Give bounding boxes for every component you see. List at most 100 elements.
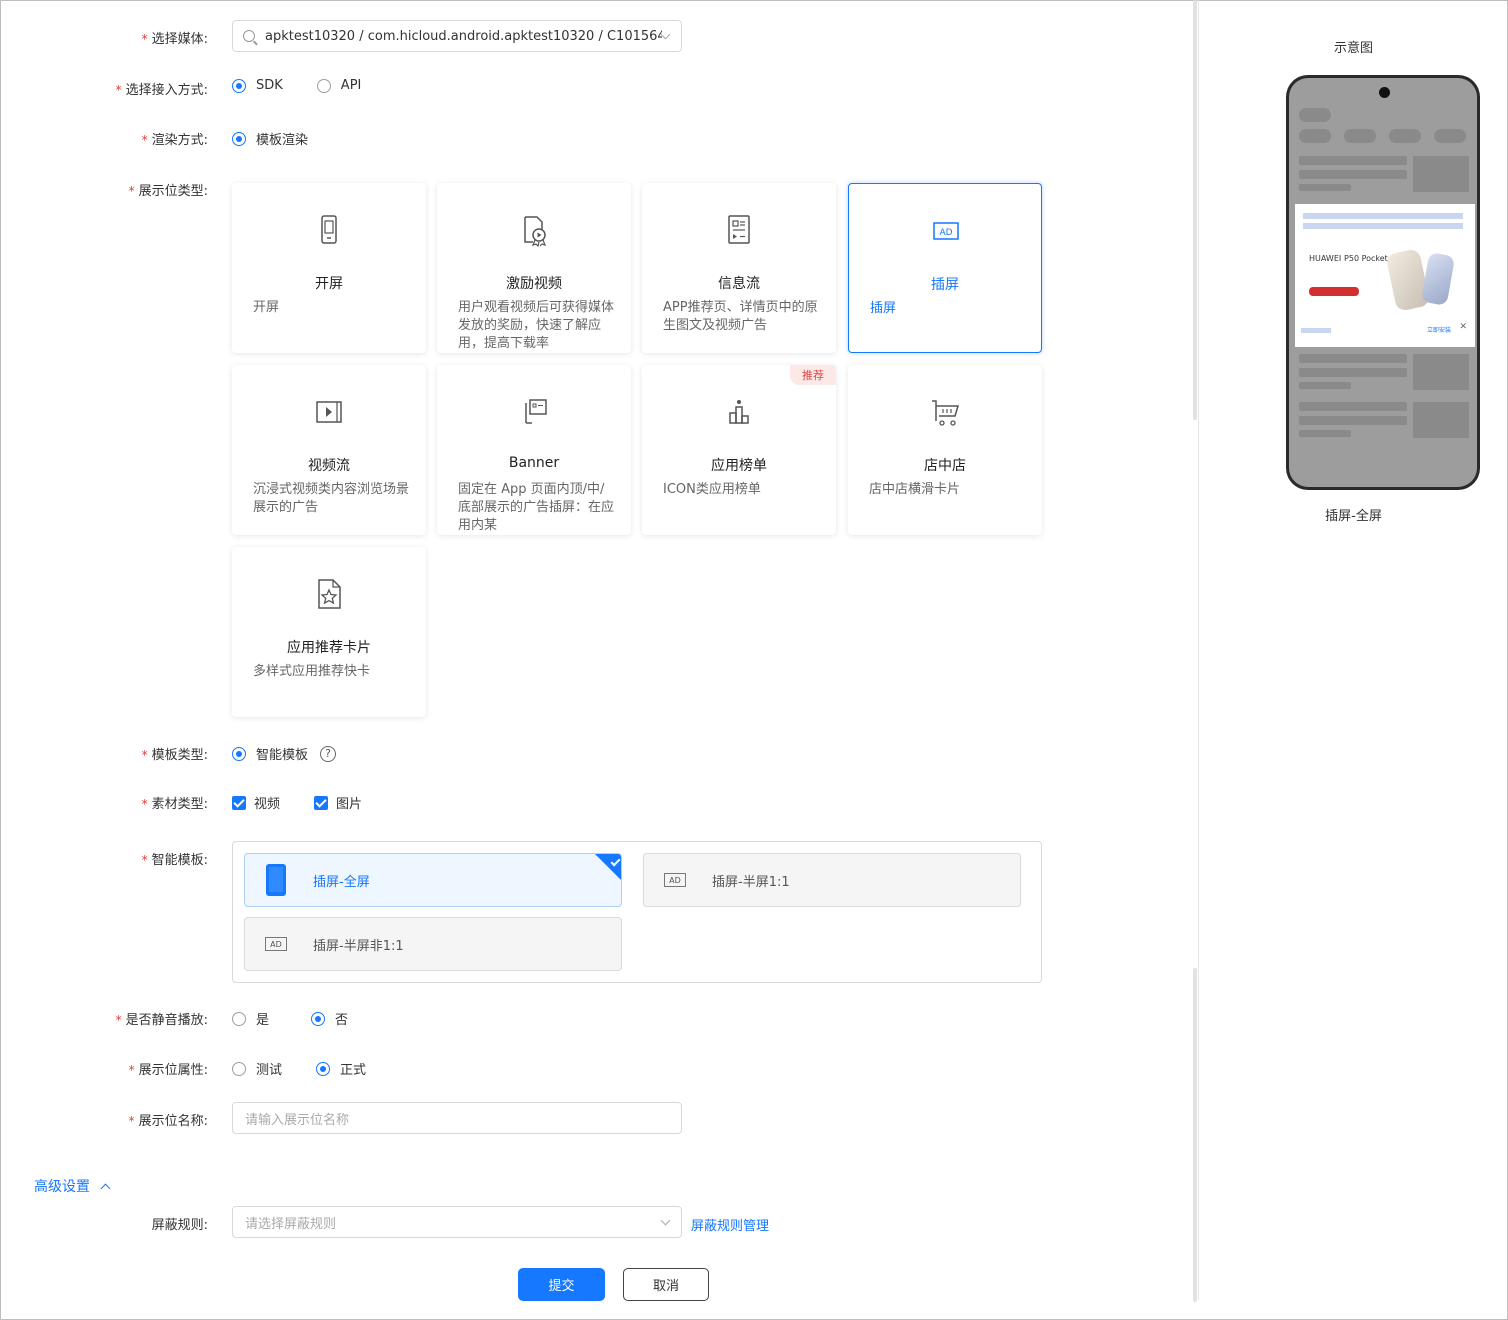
- help-icon[interactable]: ?: [320, 745, 337, 762]
- ad-badge-icon: AD: [664, 873, 686, 887]
- ad-brand: HUAWEI P50 Pocket: [1309, 254, 1388, 263]
- attribute-radio-group: 测试 正式: [232, 1059, 400, 1078]
- placeholder-pill: [1299, 129, 1331, 143]
- slot-card-banner[interactable]: Banner 固定在 App 页面内顶/中/底部展示的广告插屏：在应用内某: [437, 365, 631, 535]
- slot-card-reward-video[interactable]: 激励视频 用户观看视频后可获得媒体发放的奖励，快速了解应用，提高下载率: [437, 183, 631, 353]
- radio-dot: [232, 746, 246, 761]
- recommend-tag: 推荐: [790, 365, 836, 385]
- template-option-half-non-1-1[interactable]: AD 插屏-半屏非1:1: [244, 917, 622, 971]
- attribute-radio-formal[interactable]: 正式: [316, 1059, 366, 1078]
- material-checkbox-image[interactable]: 图片: [314, 793, 362, 812]
- block-rule-label: 屏蔽规则:: [151, 1218, 208, 1233]
- template-option-label: 插屏-全屏: [313, 874, 370, 890]
- phone-screen: HUAWEI P50 Pocket 立即安装 ✕: [1289, 78, 1477, 487]
- slot-card-desc: ICON类应用榜单: [663, 482, 761, 497]
- media-select[interactable]: apktest10320 / com.hicloud.android.apkte…: [232, 20, 682, 52]
- preview-title: 示意图: [1333, 41, 1373, 56]
- ad-badge-icon: AD: [265, 937, 287, 951]
- access-radio-group: SDK API: [232, 78, 395, 93]
- template-option-half-1-1[interactable]: AD 插屏-半屏1:1: [643, 853, 1021, 907]
- slot-type-label: * 展示位类型:: [128, 184, 208, 199]
- render-label: * 渲染方式:: [141, 133, 208, 148]
- scrollbar-track-top[interactable]: [1193, 0, 1197, 420]
- template-type-radio-group: 智能模板 ?: [232, 744, 337, 763]
- media-label: * 选择媒体:: [141, 32, 208, 47]
- mute-radio-group: 是 否: [232, 1009, 382, 1028]
- block-rule-manage-link[interactable]: 屏蔽规则管理: [691, 1215, 769, 1234]
- placeholder-line: [1299, 416, 1407, 425]
- shop-cart-icon: [932, 400, 960, 426]
- placeholder-line: [1299, 354, 1407, 363]
- chevron-down-icon: [660, 1215, 671, 1225]
- material-checkbox-video[interactable]: 视频: [232, 793, 280, 812]
- placeholder-thumb: [1413, 402, 1469, 438]
- access-label: * 选择接入方式:: [115, 83, 208, 98]
- slot-card-desc: 开屏: [253, 300, 280, 315]
- interstitial-ad-preview: HUAWEI P50 Pocket 立即安装 ✕: [1295, 204, 1475, 347]
- svg-text:AD: AD: [939, 228, 952, 238]
- mute-label: * 是否静音播放:: [115, 1013, 208, 1028]
- placeholder-thumb: [1413, 354, 1469, 390]
- scrollbar-track-bottom[interactable]: [1193, 968, 1197, 1302]
- placeholder-pill: [1344, 129, 1376, 143]
- mute-radio-no[interactable]: 否: [311, 1009, 348, 1028]
- placeholder-pill: [1299, 108, 1331, 122]
- product-image: [1420, 252, 1456, 306]
- placeholder-line: [1299, 430, 1351, 437]
- slot-card-title: 信息流: [718, 276, 760, 292]
- submit-button[interactable]: 提交: [518, 1268, 605, 1301]
- camera-dot: [1379, 87, 1390, 98]
- video-stream-icon: [316, 401, 342, 423]
- slot-card-title: Banner: [508, 455, 560, 471]
- template-option-fullscreen[interactable]: 插屏-全屏: [244, 853, 622, 907]
- material-checkbox-group: 视频 图片: [232, 793, 396, 812]
- slot-card-title: 开屏: [315, 276, 343, 292]
- cancel-button[interactable]: 取消: [623, 1268, 709, 1301]
- template-type-label: * 模板类型:: [141, 748, 208, 763]
- slot-card-video-stream[interactable]: 视频流 沉浸式视频类内容浏览场景展示的广告: [232, 365, 426, 535]
- placeholder-line: [1299, 368, 1407, 377]
- slot-card-title: 激励视频: [506, 276, 562, 292]
- access-radio-sdk[interactable]: SDK: [232, 78, 283, 93]
- banner-icon: [525, 399, 547, 424]
- slot-name-input[interactable]: 请输入展示位名称: [232, 1102, 682, 1134]
- template-radio-smart[interactable]: 智能模板: [232, 744, 308, 763]
- slot-card-desc: 固定在 App 页面内顶/中/底部展示的广告插屏：在应用内某: [458, 482, 615, 533]
- radio-dot: [232, 1061, 246, 1076]
- slot-card-feed[interactable]: 信息流 APP推荐页、详情页中的原生图文及视频广告: [642, 183, 836, 353]
- smart-template-label: * 智能模板:: [141, 853, 208, 868]
- placeholder-pill: [1434, 129, 1466, 143]
- search-icon: [243, 30, 255, 42]
- material-label: * 素材类型:: [141, 797, 208, 812]
- slot-card-interstitial[interactable]: AD 插屏 插屏: [848, 183, 1042, 353]
- mute-radio-yes[interactable]: 是: [232, 1009, 269, 1028]
- attribute-label: * 展示位属性:: [128, 1063, 208, 1078]
- radio-dot: [316, 1061, 331, 1076]
- slot-card-splash[interactable]: 开屏 开屏: [232, 183, 426, 353]
- placeholder-line: [1299, 184, 1351, 191]
- reward-video-icon: [524, 216, 547, 247]
- slot-card-app-recommend[interactable]: 应用推荐卡片 多样式应用推荐快卡: [232, 547, 426, 717]
- chevron-down-icon: [660, 29, 671, 39]
- slot-card-shop[interactable]: 店中店 店中店横滑卡片: [848, 365, 1042, 535]
- slot-card-desc: 沉浸式视频类内容浏览场景展示的广告: [253, 482, 410, 515]
- render-radio-group: 模板渲染: [232, 129, 342, 148]
- radio-dot: [311, 1011, 326, 1026]
- template-option-label: 插屏-半屏1:1: [712, 874, 790, 890]
- slot-card-title: 店中店: [924, 458, 966, 474]
- advanced-settings-toggle[interactable]: 高级设置: [34, 1176, 111, 1196]
- access-radio-api[interactable]: API: [316, 78, 361, 93]
- panel-divider: [1198, 0, 1199, 1300]
- placeholder-line: [1299, 156, 1407, 165]
- phone-fullscreen-icon: [266, 864, 286, 896]
- slot-name-label: * 展示位名称:: [128, 1114, 208, 1129]
- checkbox-checked: [314, 795, 329, 810]
- slot-name-placeholder: 请输入展示位名称: [245, 1112, 350, 1128]
- advanced-settings-label: 高级设置: [34, 1179, 90, 1195]
- slot-card-ranking[interactable]: 推荐 应用榜单 ICON类应用榜单: [642, 365, 836, 535]
- render-radio-template[interactable]: 模板渲染: [232, 129, 308, 148]
- ad-badge-icon: AD: [933, 222, 959, 240]
- block-rule-select[interactable]: 请选择屏蔽规则: [232, 1206, 682, 1238]
- attribute-radio-test[interactable]: 测试: [232, 1059, 282, 1078]
- feed-icon: [728, 215, 750, 244]
